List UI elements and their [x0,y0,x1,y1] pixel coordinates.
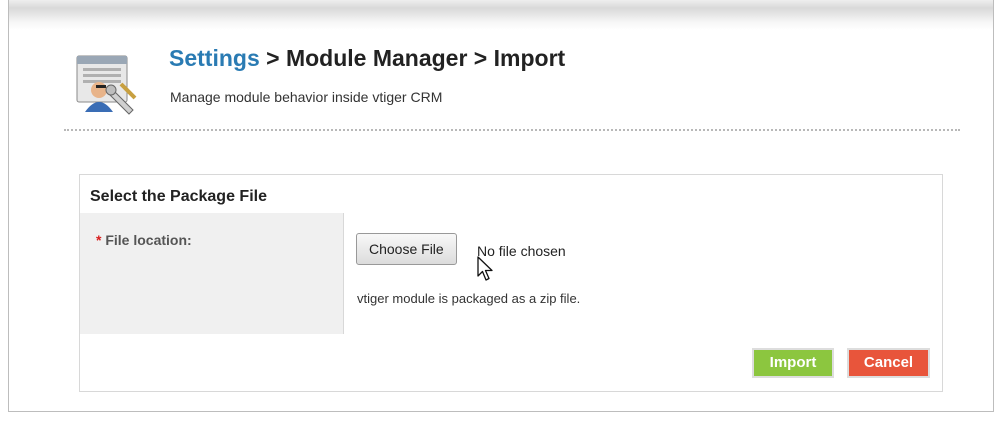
breadcrumb-separator: > [467,45,494,71]
breadcrumb-separator: > [259,45,286,71]
breadcrumb-settings-link[interactable]: Settings [169,45,260,71]
breadcrumb: Settings > Module Manager > Import [169,45,565,72]
settings-tools-icon [76,55,137,115]
top-shadow-bar [9,0,993,30]
breadcrumb-module-manager: Module Manager [285,45,468,71]
package-file-panel: Select the Package File * File location:… [79,174,943,392]
action-row: Import Cancel [80,334,942,391]
import-button[interactable]: Import [752,348,834,378]
dotted-divider [64,129,960,131]
mouse-pointer-icon [477,256,493,281]
package-hint-text: vtiger module is packaged as a zip file. [357,291,581,306]
page-subtitle: Manage module behavior inside vtiger CRM [170,89,443,105]
choose-file-button[interactable]: Choose File [356,233,457,265]
file-location-label: * File location: [96,232,192,248]
field-value-cell: Choose File No file chosen vtiger module… [344,213,942,335]
breadcrumb-current: Import [493,45,566,71]
field-label-cell: * File location: [80,213,344,335]
panel-title: Select the Package File [80,175,942,214]
cancel-button[interactable]: Cancel [847,348,930,378]
content-frame: Settings > Module Manager > Import Manag… [8,0,994,412]
